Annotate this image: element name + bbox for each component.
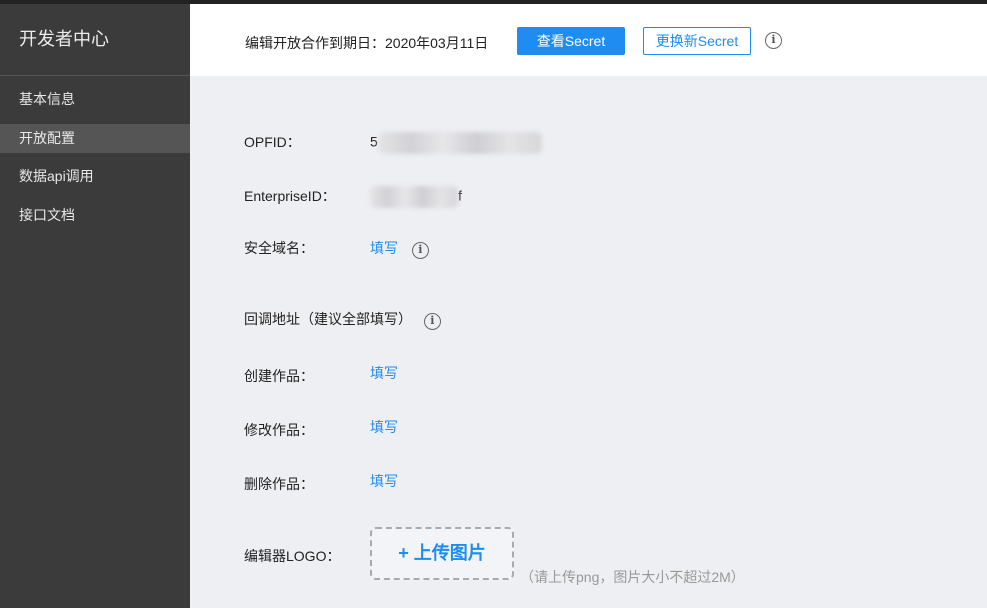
enterprise-id-value-suffix: f	[458, 187, 462, 204]
enterprise-id-redacted	[370, 186, 458, 208]
safe-domain-fill-link[interactable]: 填写	[370, 240, 398, 256]
info-icon[interactable]: i	[411, 242, 429, 259]
sidebar-title: 开发者中心	[0, 4, 190, 76]
info-icon[interactable]: i	[423, 313, 441, 330]
opfid-value-prefix: 5	[370, 133, 378, 150]
sidebar-item-open-config[interactable]: 开放配置	[0, 123, 190, 153]
create-work-label: 创建作品：	[244, 368, 314, 384]
info-icon[interactable]: i	[765, 32, 782, 49]
upload-hint: （请上传png，图片大小不超过2M）	[520, 569, 745, 585]
editor-logo-label: 编辑器LOGO：	[244, 548, 341, 564]
upload-image-button[interactable]: + 上传图片	[370, 527, 514, 580]
header: 编辑开放合作到期日：2020年03月11日 查看Secret 更换新Secret…	[190, 4, 987, 76]
sidebar-item-data-api[interactable]: 数据api调用	[0, 162, 190, 191]
create-work-fill-link[interactable]: 填写	[370, 363, 398, 383]
enterprise-id-value: f	[370, 186, 462, 208]
delete-work-label: 删除作品：	[244, 476, 314, 492]
deadline-text: 编辑开放合作到期日：2020年03月11日	[245, 35, 489, 51]
safe-domain-value: 填写 i	[370, 238, 429, 259]
callback-header-label: 回调地址（建议全部填写） i	[244, 309, 441, 330]
modify-work-fill-link[interactable]: 填写	[370, 417, 398, 437]
safe-domain-label: 安全域名：	[244, 240, 314, 256]
config-form: OPFID： 5 EnterpriseID： f 安全域名： 填写 i 回调地址…	[190, 76, 987, 608]
opfid-value: 5	[370, 132, 542, 154]
callback-header-text: 回调地址（建议全部填写）	[244, 311, 412, 327]
sidebar-item-basic-info[interactable]: 基本信息	[0, 85, 190, 114]
delete-work-fill-link[interactable]: 填写	[370, 471, 398, 491]
opfid-redacted	[377, 132, 542, 154]
view-secret-button[interactable]: 查看Secret	[517, 27, 625, 55]
enterprise-id-label: EnterpriseID：	[244, 188, 336, 204]
sidebar-item-api-docs[interactable]: 接口文档	[0, 201, 190, 230]
modify-work-label: 修改作品：	[244, 422, 314, 438]
opfid-label: OPFID：	[244, 134, 301, 150]
reset-secret-button[interactable]: 更换新Secret	[643, 27, 751, 55]
sidebar: 开发者中心 基本信息 开放配置 数据api调用 接口文档	[0, 4, 190, 608]
sidebar-menu: 基本信息 开放配置 数据api调用 接口文档	[0, 85, 190, 230]
